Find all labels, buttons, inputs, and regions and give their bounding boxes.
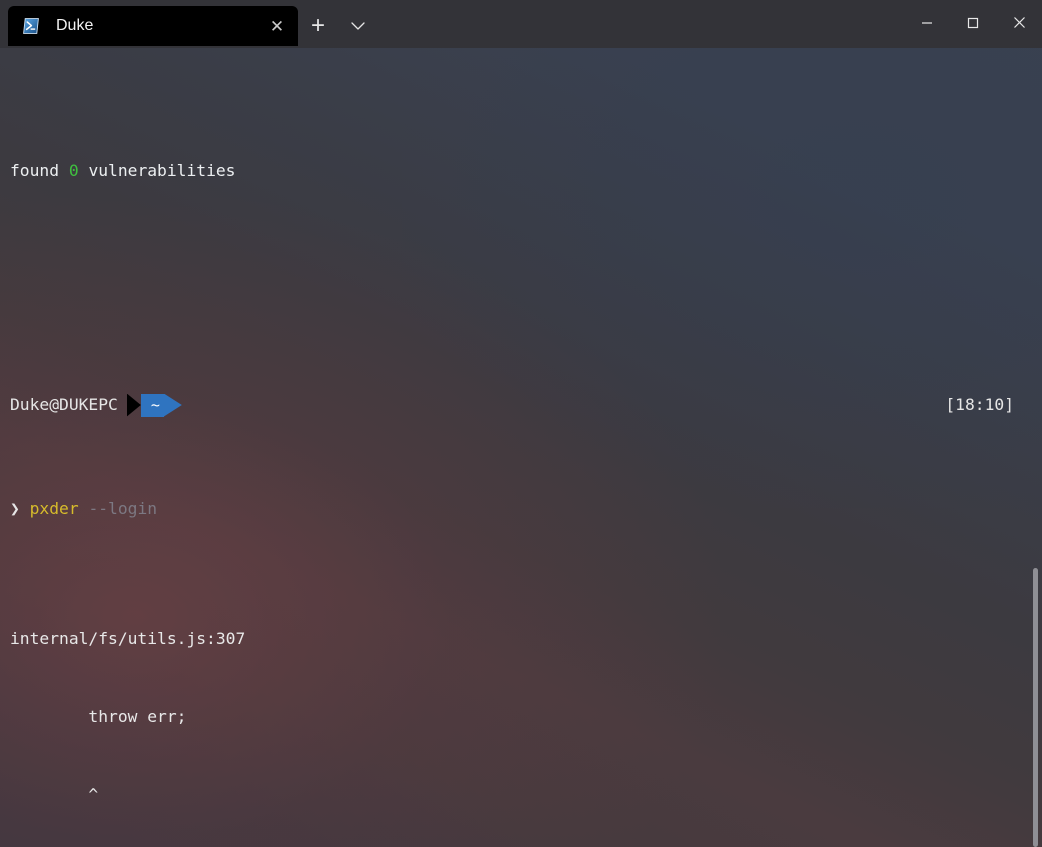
powershell-icon [22, 17, 40, 35]
powerline-black-arrow [126, 393, 141, 417]
error-throw-line: throw err; [10, 707, 187, 726]
terminal-viewport[interactable]: found 0 vulnerabilities Duke@DUKEPC ~ [1… [0, 48, 1042, 847]
powerline-segment: ~ [126, 393, 182, 417]
close-icon[interactable] [996, 0, 1042, 45]
tab-title: Duke [56, 17, 94, 34]
powerline-path: ~ [140, 393, 164, 417]
terminal-window: Duke ✕ + found 0 vulnerabilities Duke@DU… [0, 0, 1042, 847]
window-caption-buttons [904, 0, 1042, 45]
title-bar: Duke ✕ + [0, 0, 1042, 48]
terminal-tab-duke[interactable]: Duke ✕ [8, 6, 298, 46]
prompt-chevron: ❯ [10, 499, 20, 518]
minimize-icon[interactable] [904, 0, 950, 45]
prompt-timestamp-top: [18:10] [945, 395, 1014, 414]
scrollbar-thumb[interactable] [1033, 568, 1038, 847]
scrollbar[interactable] [1032, 48, 1039, 847]
command-args: --login [88, 499, 158, 518]
chevron-down-icon[interactable] [338, 6, 378, 46]
vulnerability-count: 0 [68, 161, 79, 180]
maximize-icon[interactable] [950, 0, 996, 45]
prompt-header-top: Duke@DUKEPC ~ [18:10] [10, 392, 1042, 418]
found-label: found [10, 161, 69, 180]
command-line: ❯ pxder --login [10, 496, 1042, 522]
powerline-blue-arrow [163, 393, 182, 417]
command-name: pxder [29, 499, 79, 518]
error-file-line: internal/fs/utils.js:307 [10, 629, 246, 648]
npm-audit-line: found 0 vulnerabilities [10, 158, 1042, 184]
tab-close-icon[interactable]: ✕ [262, 11, 292, 41]
error-caret-line: ^ [10, 785, 99, 804]
vulnerabilities-label: vulnerabilities [78, 161, 236, 180]
prompt-user-host: Duke@DUKEPC [10, 395, 118, 414]
terminal-screen: found 0 vulnerabilities Duke@DUKEPC ~ [1… [0, 48, 1042, 847]
new-tab-button[interactable]: + [298, 6, 338, 46]
